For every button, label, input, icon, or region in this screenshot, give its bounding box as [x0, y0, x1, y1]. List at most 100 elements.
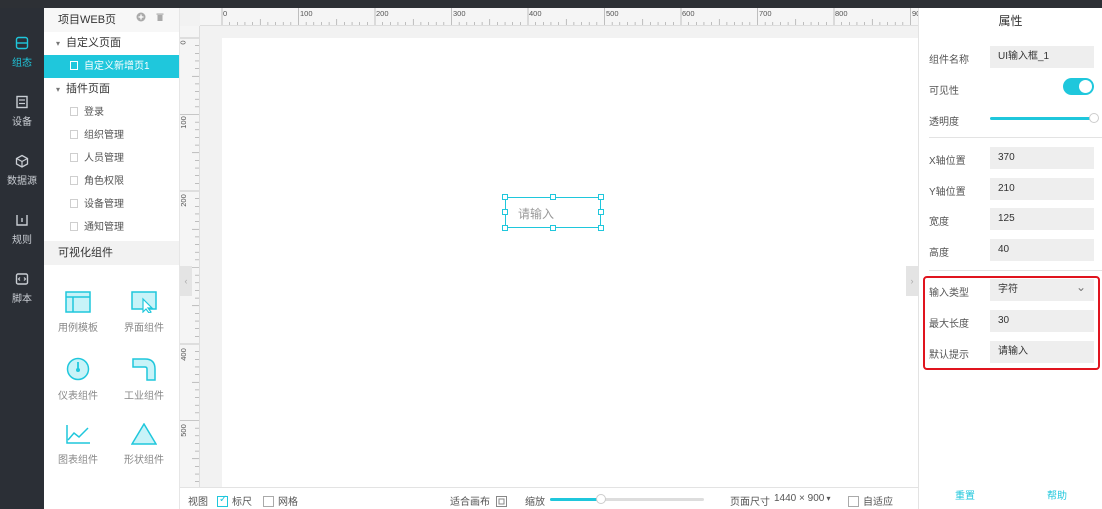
reset-button[interactable]: 重置 [955, 487, 975, 502]
ruler-tick-label: 800 [835, 9, 848, 18]
project-title: 项目WEB页 [58, 14, 117, 26]
resize-handle[interactable] [598, 194, 604, 200]
prop-label: 组件名称 [929, 55, 969, 66]
zoom-slider[interactable] [550, 494, 704, 504]
prop-row-opacity: 透明度 [919, 108, 1102, 132]
fit-canvas-button[interactable]: 适合画布 [450, 493, 507, 508]
component-name-input[interactable]: UI输入框_1 [990, 46, 1094, 68]
ruler-tick-label: 0 [223, 9, 228, 18]
nav-label: 脚本 [12, 294, 32, 305]
prop-row-name: 组件名称 UI输入框_1 [919, 46, 1102, 70]
group-label: 自定义页面 [66, 37, 121, 49]
prop-label: 透明度 [929, 117, 959, 128]
cube-icon [15, 154, 29, 168]
page-label: 角色权限 [84, 176, 124, 187]
page-item-devices[interactable]: 设备管理 [44, 193, 179, 216]
widget-template[interactable]: 用例模板 [46, 291, 110, 334]
default-hint-input[interactable]: 请输入 [990, 341, 1094, 363]
widget-shape[interactable]: 形状组件 [112, 423, 176, 466]
width-input[interactable]: 125 [990, 208, 1094, 230]
resize-handle[interactable] [550, 194, 556, 200]
page-icon [70, 176, 78, 185]
page-item-notify[interactable]: 通知管理 [44, 216, 179, 239]
gauge-icon [66, 357, 90, 381]
grid-checkbox[interactable] [263, 496, 274, 507]
ruler-horizontal: 0 100 200 300 400 500 600 700 800 90 [200, 8, 918, 26]
nav-item-datasource[interactable]: 数据源 [0, 154, 44, 210]
properties-title: 属性 [998, 14, 1023, 28]
plugin-pages-group[interactable]: ▾ 插件页面 [44, 78, 179, 101]
height-input[interactable]: 40 [990, 239, 1094, 261]
widget-industrial[interactable]: 工业组件 [112, 357, 176, 402]
page-icon [70, 153, 78, 162]
widgets-header: 可视化组件 [44, 241, 179, 265]
page-item-custom-1[interactable]: 自定义新增页1 [44, 55, 179, 78]
resize-handle[interactable] [550, 225, 556, 231]
design-canvas[interactable] [222, 38, 918, 487]
page-size-select[interactable]: 1440 × 900 ▾ [774, 493, 831, 504]
widget-gauge[interactable]: 仪表组件 [46, 357, 110, 402]
device-icon [16, 95, 28, 109]
page-item-roles[interactable]: 角色权限 [44, 170, 179, 193]
ruler-toggle[interactable]: 标尺 [217, 493, 252, 508]
page-label: 登录 [84, 107, 104, 118]
page-label: 人员管理 [84, 153, 124, 164]
ruler-checkbox[interactable] [217, 494, 228, 507]
widget-ui[interactable]: 界面组件 [112, 291, 176, 334]
adaptive-label: 自适应 [863, 497, 893, 508]
opacity-slider-knob[interactable] [1089, 113, 1099, 123]
add-page-icon[interactable] [136, 8, 146, 22]
zoom-slider-knob[interactable] [595, 494, 606, 504]
nav-label: 数据源 [7, 176, 37, 187]
opacity-slider[interactable] [990, 113, 1099, 123]
page-label: 设备管理 [84, 199, 124, 210]
divider [929, 270, 1102, 271]
page-label: 自定义新增页1 [84, 61, 150, 72]
page-icon [70, 130, 78, 139]
page-item-org[interactable]: 组织管理 [44, 124, 179, 147]
collapse-left-icon[interactable]: ‹ [180, 266, 192, 296]
nav-item-rules[interactable]: 规则 [0, 213, 44, 269]
resize-handle[interactable] [502, 225, 508, 231]
prop-label: Y轴位置 [929, 187, 966, 198]
page-item-login[interactable]: 登录 [44, 101, 179, 124]
nav-item-configuration[interactable]: 组态 [0, 36, 44, 92]
adaptive-checkbox[interactable] [848, 496, 859, 507]
delete-icon[interactable] [155, 8, 165, 21]
ruler-tick-label: 400 [180, 348, 188, 361]
help-button[interactable]: 帮助 [1047, 487, 1067, 502]
line-chart-icon [66, 425, 90, 444]
prop-label: 最大长度 [929, 319, 969, 330]
nav-item-device[interactable]: 设备 [0, 95, 44, 151]
page-label: 组织管理 [84, 130, 124, 141]
group-label: 插件页面 [66, 83, 110, 95]
ruler-tick-label: 100 [180, 116, 188, 129]
widget-grid: 用例模板 界面组件 仪表组件 工业组件 图表组件 形状组件 [44, 265, 179, 505]
x-position-input[interactable]: 370 [990, 147, 1094, 169]
ruler-tick-label: 200 [180, 194, 188, 207]
collapse-right-icon[interactable]: › [906, 266, 918, 296]
page-label: 通知管理 [84, 222, 124, 233]
properties-panel: 属性 组件名称 UI输入框_1 可见性 透明度 X轴位置 370 Y轴位置 21… [918, 8, 1102, 509]
resize-handle[interactable] [502, 194, 508, 200]
widget-chart[interactable]: 图表组件 [46, 423, 110, 466]
prop-row-max-length: 最大长度 30 [919, 310, 1102, 334]
adaptive-toggle[interactable]: 自适应 [848, 493, 893, 508]
y-position-input[interactable]: 210 [990, 178, 1094, 200]
resize-handle[interactable] [502, 209, 508, 215]
resize-handle[interactable] [598, 209, 604, 215]
grid-toggle[interactable]: 网格 [263, 493, 298, 508]
nav-item-script[interactable]: 脚本 [0, 272, 44, 328]
project-tree-panel: 项目WEB页 ▾ 自定义页面 自定义新增页1 ▾ 插件页面 登录 组织管理 人员管理… [44, 8, 180, 509]
ruler-tick-label: 100 [300, 9, 313, 18]
prop-label: X轴位置 [929, 156, 966, 167]
divider [929, 137, 1102, 138]
custom-pages-group[interactable]: ▾ 自定义页面 [44, 32, 179, 55]
page-item-staff[interactable]: 人员管理 [44, 147, 179, 170]
input-type-select[interactable]: 字符 [990, 276, 1094, 301]
canvas-input-component[interactable]: 请输入 [502, 194, 604, 231]
resize-handle[interactable] [598, 225, 604, 231]
nav-label: 组态 [12, 58, 32, 69]
visibility-toggle[interactable] [1063, 78, 1094, 95]
max-length-input[interactable]: 30 [990, 310, 1094, 332]
